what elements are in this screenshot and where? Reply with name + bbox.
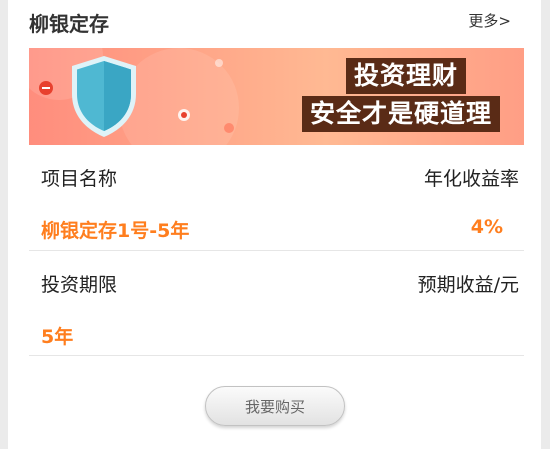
annual-rate-label: 年化收益率 xyxy=(423,168,519,190)
shield-icon xyxy=(72,56,136,137)
project-name-label: 项目名称 xyxy=(41,168,118,190)
buy-button[interactable]: 我要购买 xyxy=(205,386,345,426)
term-label: 投资期限 xyxy=(41,274,118,296)
banner-line-1: 投资理财 xyxy=(345,58,466,94)
banner-line-2: 安全才是硬道理 xyxy=(301,96,500,132)
annual-rate-value: 4% xyxy=(470,216,503,238)
expected-income-label: 预期收益/元 xyxy=(417,274,519,296)
project-name-value: 柳银定存1号-5年 xyxy=(41,220,190,242)
row-divider xyxy=(29,250,524,251)
row-divider xyxy=(29,355,524,356)
product-card: 柳银定存 更多> 投资理财 安全才是硬道理 项目名称 年化收益率 柳银定存1号-… xyxy=(8,0,541,449)
more-link[interactable]: 更多> xyxy=(468,10,511,31)
banner-slogan: 投资理财 安全才是硬道理 xyxy=(301,58,500,132)
term-value: 5年 xyxy=(41,326,74,348)
promo-banner[interactable]: 投资理财 安全才是硬道理 xyxy=(29,48,524,145)
section-title: 柳银定存 xyxy=(29,12,109,36)
